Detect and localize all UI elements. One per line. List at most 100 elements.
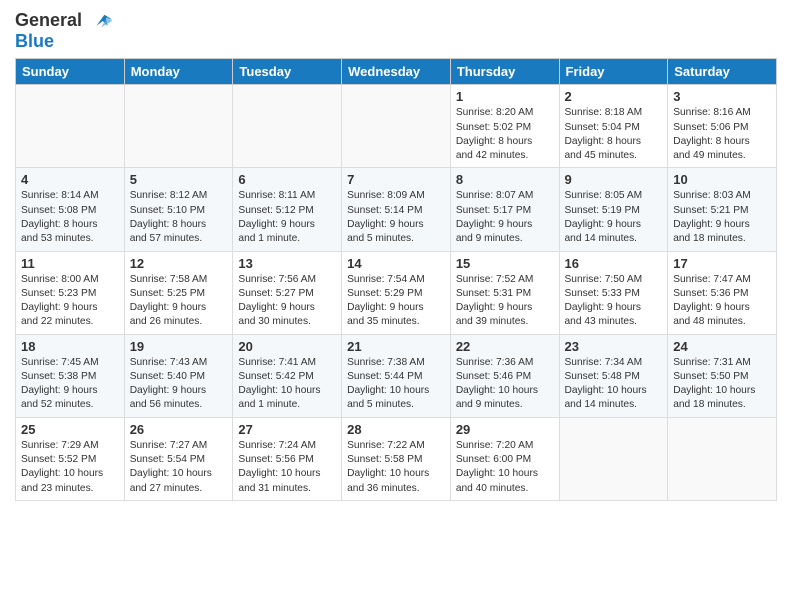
day-info: Sunrise: 7:43 AMSunset: 5:40 PMDaylight:… xyxy=(130,356,228,413)
day-number: 23 xyxy=(565,339,663,354)
weekday-wednesday: Wednesday xyxy=(342,59,451,85)
day-info: Sunrise: 7:58 AMSunset: 5:25 PMDaylight:… xyxy=(130,273,228,330)
calendar-cell: 16 Sunrise: 7:50 AMSunset: 5:33 PMDayligh… xyxy=(559,251,668,334)
calendar-cell: 17 Sunrise: 7:47 AMSunset: 5:36 PMDayligh… xyxy=(668,251,777,334)
calendar-cell: 2 Sunrise: 8:18 AMSunset: 5:04 PMDaylight… xyxy=(559,85,668,168)
day-number: 15 xyxy=(456,256,554,271)
day-number: 1 xyxy=(456,89,554,104)
calendar-cell: 26 Sunrise: 7:27 AMSunset: 5:54 PMDayligh… xyxy=(124,417,233,500)
day-info: Sunrise: 7:34 AMSunset: 5:48 PMDaylight:… xyxy=(565,356,663,413)
day-number: 3 xyxy=(673,89,771,104)
day-info: Sunrise: 7:45 AMSunset: 5:38 PMDaylight:… xyxy=(21,356,119,413)
day-number: 7 xyxy=(347,172,445,187)
day-number: 21 xyxy=(347,339,445,354)
day-info: Sunrise: 7:29 AMSunset: 5:52 PMDaylight:… xyxy=(21,439,119,496)
calendar-cell: 20 Sunrise: 7:41 AMSunset: 5:42 PMDayligh… xyxy=(233,334,342,417)
calendar-cell: 25 Sunrise: 7:29 AMSunset: 5:52 PMDayligh… xyxy=(16,417,125,500)
calendar-cell: 12 Sunrise: 7:58 AMSunset: 5:25 PMDayligh… xyxy=(124,251,233,334)
day-number: 24 xyxy=(673,339,771,354)
logo-blue: Blue xyxy=(15,32,115,50)
calendar-cell: 8 Sunrise: 8:07 AMSunset: 5:17 PMDaylight… xyxy=(450,168,559,251)
day-number: 28 xyxy=(347,422,445,437)
calendar-cell: 15Sunrise: 7:52 AMSunset: 5:31 PMDayligh… xyxy=(450,251,559,334)
day-number: 11 xyxy=(21,256,119,271)
day-number: 4 xyxy=(21,172,119,187)
calendar-cell: 21 Sunrise: 7:38 AMSunset: 5:44 PMDayligh… xyxy=(342,334,451,417)
day-number: 22 xyxy=(456,339,554,354)
day-number: 25 xyxy=(21,422,119,437)
day-info: Sunrise: 7:36 AMSunset: 5:46 PMDaylight:… xyxy=(456,356,554,413)
weekday-sunday: Sunday xyxy=(16,59,125,85)
day-number: 9 xyxy=(565,172,663,187)
day-number: 5 xyxy=(130,172,228,187)
calendar-cell: 13 Sunrise: 7:56 AMSunset: 5:27 PMDayligh… xyxy=(233,251,342,334)
day-number: 8 xyxy=(456,172,554,187)
calendar-cell xyxy=(559,417,668,500)
calendar-week-2: 4 Sunrise: 8:14 AMSunset: 5:08 PMDaylight… xyxy=(16,168,777,251)
day-info: Sunrise: 7:22 AMSunset: 5:58 PMDaylight:… xyxy=(347,439,445,496)
day-info: Sunrise: 7:41 AMSunset: 5:42 PMDaylight:… xyxy=(238,356,336,413)
day-number: 26 xyxy=(130,422,228,437)
calendar-cell xyxy=(342,85,451,168)
calendar-week-3: 11Sunrise: 8:00 AMSunset: 5:23 PMDayligh… xyxy=(16,251,777,334)
day-info: Sunrise: 8:20 AMSunset: 5:02 PMDaylight:… xyxy=(456,106,554,163)
day-info: Sunrise: 8:03 AMSunset: 5:21 PMDaylight:… xyxy=(673,189,771,246)
day-number: 13 xyxy=(238,256,336,271)
calendar-cell: 23 Sunrise: 7:34 AMSunset: 5:48 PMDayligh… xyxy=(559,334,668,417)
calendar-cell: 24 Sunrise: 7:31 AMSunset: 5:50 PMDayligh… xyxy=(668,334,777,417)
calendar-cell: 4 Sunrise: 8:14 AMSunset: 5:08 PMDaylight… xyxy=(16,168,125,251)
logo-bird-icon xyxy=(89,10,115,32)
day-info: Sunrise: 8:09 AMSunset: 5:14 PMDaylight:… xyxy=(347,189,445,246)
day-info: Sunrise: 8:16 AMSunset: 5:06 PMDaylight:… xyxy=(673,106,771,163)
day-info: Sunrise: 7:54 AMSunset: 5:29 PMDaylight:… xyxy=(347,273,445,330)
day-info: Sunrise: 8:14 AMSunset: 5:08 PMDaylight:… xyxy=(21,189,119,246)
day-number: 6 xyxy=(238,172,336,187)
calendar-table: SundayMondayTuesdayWednesdayThursdayFrid… xyxy=(15,58,777,501)
calendar-week-5: 25 Sunrise: 7:29 AMSunset: 5:52 PMDayligh… xyxy=(16,417,777,500)
day-number: 20 xyxy=(238,339,336,354)
calendar-cell: 27Sunrise: 7:24 AMSunset: 5:56 PMDayligh… xyxy=(233,417,342,500)
header: General Blue xyxy=(15,10,777,50)
day-number: 2 xyxy=(565,89,663,104)
calendar-cell xyxy=(668,417,777,500)
day-number: 19 xyxy=(130,339,228,354)
logo-general: General xyxy=(15,10,82,30)
day-info: Sunrise: 7:20 AMSunset: 6:00 PMDaylight:… xyxy=(456,439,554,496)
calendar-week-4: 18Sunrise: 7:45 AMSunset: 5:38 PMDayligh… xyxy=(16,334,777,417)
weekday-monday: Monday xyxy=(124,59,233,85)
weekday-saturday: Saturday xyxy=(668,59,777,85)
calendar-cell: 10Sunrise: 8:03 AMSunset: 5:21 PMDayligh… xyxy=(668,168,777,251)
calendar-cell: 11Sunrise: 8:00 AMSunset: 5:23 PMDayligh… xyxy=(16,251,125,334)
weekday-tuesday: Tuesday xyxy=(233,59,342,85)
day-info: Sunrise: 7:38 AMSunset: 5:44 PMDaylight:… xyxy=(347,356,445,413)
calendar-cell xyxy=(124,85,233,168)
logo: General Blue xyxy=(15,10,115,50)
calendar-cell: 19 Sunrise: 7:43 AMSunset: 5:40 PMDayligh… xyxy=(124,334,233,417)
calendar-page: General Blue SundayMo xyxy=(0,0,792,612)
day-info: Sunrise: 7:56 AMSunset: 5:27 PMDaylight:… xyxy=(238,273,336,330)
calendar-cell: 6Sunrise: 8:11 AMSunset: 5:12 PMDaylight… xyxy=(233,168,342,251)
day-info: Sunrise: 8:07 AMSunset: 5:17 PMDaylight:… xyxy=(456,189,554,246)
day-number: 17 xyxy=(673,256,771,271)
day-number: 29 xyxy=(456,422,554,437)
day-info: Sunrise: 7:50 AMSunset: 5:33 PMDaylight:… xyxy=(565,273,663,330)
day-info: Sunrise: 7:27 AMSunset: 5:54 PMDaylight:… xyxy=(130,439,228,496)
calendar-cell xyxy=(16,85,125,168)
calendar-cell: 1 Sunrise: 8:20 AMSunset: 5:02 PMDaylight… xyxy=(450,85,559,168)
day-info: Sunrise: 7:47 AMSunset: 5:36 PMDaylight:… xyxy=(673,273,771,330)
day-info: Sunrise: 8:18 AMSunset: 5:04 PMDaylight:… xyxy=(565,106,663,163)
day-info: Sunrise: 8:12 AMSunset: 5:10 PMDaylight:… xyxy=(130,189,228,246)
calendar-cell: 3 Sunrise: 8:16 AMSunset: 5:06 PMDaylight… xyxy=(668,85,777,168)
calendar-cell: 28 Sunrise: 7:22 AMSunset: 5:58 PMDayligh… xyxy=(342,417,451,500)
calendar-cell: 18Sunrise: 7:45 AMSunset: 5:38 PMDayligh… xyxy=(16,334,125,417)
day-number: 16 xyxy=(565,256,663,271)
calendar-cell: 9Sunrise: 8:05 AMSunset: 5:19 PMDaylight… xyxy=(559,168,668,251)
calendar-cell xyxy=(233,85,342,168)
day-number: 12 xyxy=(130,256,228,271)
calendar-week-1: 1 Sunrise: 8:20 AMSunset: 5:02 PMDaylight… xyxy=(16,85,777,168)
day-info: Sunrise: 7:31 AMSunset: 5:50 PMDaylight:… xyxy=(673,356,771,413)
weekday-friday: Friday xyxy=(559,59,668,85)
calendar-cell: 7 Sunrise: 8:09 AMSunset: 5:14 PMDaylight… xyxy=(342,168,451,251)
calendar-cell: 5 Sunrise: 8:12 AMSunset: 5:10 PMDaylight… xyxy=(124,168,233,251)
calendar-cell: 22 Sunrise: 7:36 AMSunset: 5:46 PMDayligh… xyxy=(450,334,559,417)
